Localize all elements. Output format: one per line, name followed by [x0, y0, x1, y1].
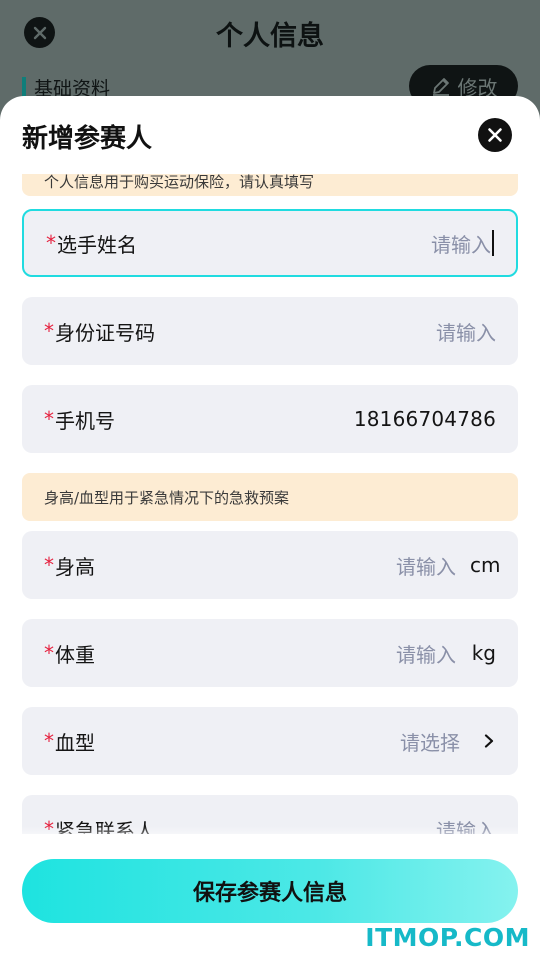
field-label: 体重	[55, 642, 95, 667]
insurance-notice: 个人信息用于购买运动保险，请认真填写	[22, 174, 518, 196]
required-mark: *	[44, 641, 54, 665]
weight-field[interactable]: * 体重 请输入 kg	[22, 619, 518, 687]
insurance-notice-text: 个人信息用于购买运动保险，请认真填写	[44, 174, 315, 191]
page-title: 个人信息	[216, 21, 324, 52]
phone-field[interactable]: * 手机号 18166704786	[22, 385, 518, 453]
add-participant-sheet: 新增参赛人 个人信息用于购买运动保险，请认真填写 * 选手姓名 请输入 * 身份…	[0, 96, 540, 960]
blood-type-field[interactable]: * 血型 请选择	[22, 707, 518, 775]
health-notice-text: 身高/血型用于紧急情况下的急救预案	[44, 488, 290, 507]
health-notice: 身高/血型用于紧急情况下的急救预案	[22, 473, 518, 521]
unit-label: kg	[471, 641, 496, 665]
field-label: 选手姓名	[57, 232, 137, 257]
form-scroll-area[interactable]: 个人信息用于购买运动保险，请认真填写 * 选手姓名 请输入 * 身份证号码 请输…	[0, 174, 540, 834]
field-placeholder: 请选择	[400, 730, 460, 755]
required-mark: *	[46, 231, 56, 255]
chevron-right-icon	[484, 734, 494, 748]
id-number-field[interactable]: * 身份证号码 请输入	[22, 297, 518, 365]
field-placeholder: 请输入	[396, 554, 456, 579]
required-mark: *	[44, 407, 54, 431]
scroll-fade	[0, 826, 540, 846]
field-label: 身高	[55, 554, 95, 579]
required-mark: *	[44, 729, 54, 753]
field-placeholder: 请输入	[436, 320, 496, 345]
required-mark: *	[44, 319, 54, 343]
required-mark: *	[44, 553, 54, 577]
sheet-title: 新增参赛人	[22, 124, 153, 154]
height-field[interactable]: * 身高 请输入 cm	[22, 531, 518, 599]
athlete-name-field[interactable]: * 选手姓名 请输入	[22, 209, 518, 277]
pencil-icon	[432, 78, 449, 96]
text-cursor	[492, 230, 494, 256]
field-label: 手机号	[55, 408, 115, 433]
watermark-logo: ITMOP.COM	[365, 923, 530, 952]
field-label: 身份证号码	[55, 320, 155, 345]
phone-value: 18166704786	[353, 407, 496, 431]
field-placeholder: 请输入	[396, 642, 456, 667]
unit-label: cm	[470, 553, 501, 577]
field-label: 血型	[55, 730, 95, 755]
sheet-close-button[interactable]	[478, 118, 512, 152]
save-participant-button[interactable]: 保存参赛人信息	[22, 859, 518, 923]
save-button-label: 保存参赛人信息	[192, 881, 347, 906]
field-placeholder: 请输入	[431, 232, 491, 257]
close-icon	[488, 128, 502, 142]
